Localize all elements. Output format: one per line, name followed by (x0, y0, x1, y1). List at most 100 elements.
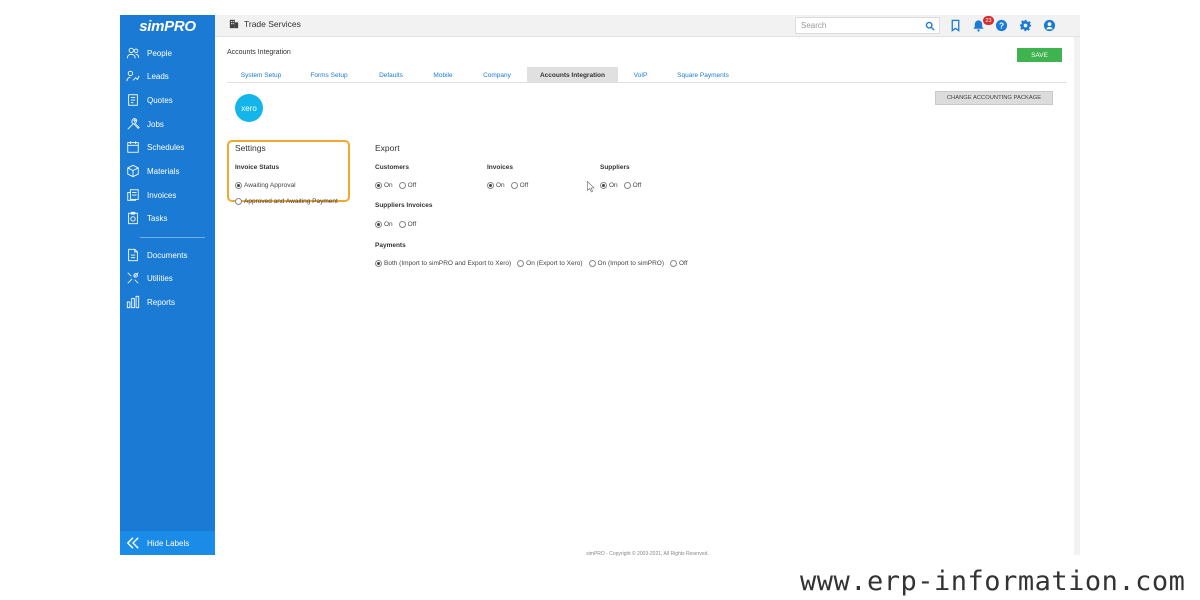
sidebar-item-label: Jobs (147, 119, 164, 129)
suppliers-on-option[interactable]: On (600, 182, 618, 189)
radio-button[interactable] (487, 182, 494, 189)
tab-defaults[interactable]: Defaults (363, 67, 419, 83)
search-icon[interactable] (925, 21, 935, 31)
payments-option-off[interactable]: Off (670, 260, 688, 267)
sidebar-item-label: Quotes (147, 95, 173, 105)
radio-label: Off (519, 182, 529, 189)
sidebar-item-label: Utilities (147, 273, 173, 283)
user-account-icon[interactable] (1043, 19, 1056, 32)
invoices-label: Invoices (487, 164, 514, 171)
radio-button[interactable] (398, 221, 406, 228)
document-icon (128, 248, 138, 262)
invoice-status-option-approved-awaiting-payment[interactable]: Approved and Awaiting Payment (235, 198, 338, 205)
invoices-off-option[interactable]: Off (510, 182, 529, 189)
sidebar-item-label: Materials (147, 166, 180, 176)
customers-on-option[interactable]: On (375, 182, 393, 189)
help-icon[interactable]: ? (995, 19, 1008, 32)
export-heading: Export (375, 143, 400, 153)
search-input[interactable] (801, 21, 921, 30)
suppliers-invoices-off-option[interactable]: Off (398, 221, 417, 228)
tasks-icon (128, 211, 138, 225)
customers-off-option[interactable]: Off (398, 182, 417, 189)
gear-icon[interactable] (1019, 19, 1032, 32)
tab-accounts-integration[interactable]: Accounts Integration (527, 67, 618, 83)
radio-button[interactable] (375, 260, 382, 267)
top-bar: Trade Services 23 ? (215, 15, 1080, 37)
sidebar-item-label: Tasks (147, 213, 168, 223)
svg-text:?: ? (999, 20, 1004, 30)
reports-icon (126, 295, 140, 309)
building-icon (229, 19, 239, 29)
sidebar-item-invoices[interactable]: Invoices (120, 185, 215, 205)
radio-label: On (384, 182, 393, 189)
footer-copyright: simPRO - Copyright © 2003-2021, All Righ… (586, 551, 709, 557)
sidebar-item-utilities[interactable]: Utilities (120, 268, 215, 288)
company-name: Trade Services (244, 19, 301, 29)
sidebar-item-quotes[interactable]: Quotes (120, 90, 215, 110)
tab-forms-setup[interactable]: Forms Setup (295, 67, 363, 83)
payments-option-import-to-simpro[interactable]: On (Import to simPRO) (588, 260, 664, 267)
tab-mobile[interactable]: Mobile (419, 67, 467, 83)
tab-square-payments[interactable]: Square Payments (663, 67, 743, 83)
radio-label: Both (Import to simPRO and Export to Xer… (384, 260, 512, 267)
radio-button[interactable] (670, 260, 677, 267)
payments-option-both[interactable]: Both (Import to simPRO and Export to Xer… (375, 260, 511, 267)
sidebar-item-label: Leads (147, 71, 169, 81)
radio-button[interactable] (375, 221, 382, 228)
radio-label: Off (679, 260, 688, 267)
suppliers-off-option[interactable]: Off (623, 182, 641, 189)
invoices-export-toggle: On Off (487, 182, 534, 189)
save-button[interactable]: SAVE (1017, 48, 1062, 62)
sidebar-item-schedules[interactable]: Schedules (120, 137, 215, 157)
sidebar-item-people[interactable]: People (120, 43, 215, 63)
radio-button[interactable] (600, 182, 607, 189)
radio-label: Approved and Awaiting Payment (244, 198, 338, 205)
radio-button[interactable] (375, 182, 382, 189)
change-accounting-package-button[interactable]: CHANGE ACCOUNTING PACKAGE (935, 91, 1053, 105)
radio-label: Off (407, 182, 417, 189)
invoice-status-option-awaiting-approval[interactable]: Awaiting Approval (235, 182, 296, 189)
vertical-scrollbar[interactable] (1074, 37, 1080, 555)
sidebar-item-jobs[interactable]: Jobs (120, 114, 215, 134)
radio-button[interactable] (398, 182, 406, 189)
sidebar-item-reports[interactable]: Reports (120, 292, 215, 312)
invoices-on-option[interactable]: On (487, 182, 505, 189)
sidebar-item-leads[interactable]: Leads (120, 66, 215, 86)
bookmark-icon[interactable] (949, 19, 962, 32)
radio-button[interactable] (510, 182, 518, 189)
payments-option-export-to-xero[interactable]: On (Export to Xero) (517, 260, 583, 267)
tab-voip[interactable]: VoIP (618, 67, 663, 83)
watermark-text: www.erp-information.com (800, 566, 1186, 597)
sidebar-item-documents[interactable]: Documents (120, 245, 215, 265)
suppliers-invoices-on-option[interactable]: On (375, 221, 393, 228)
radio-button[interactable] (517, 260, 525, 267)
page-title: Accounts Integration (227, 49, 291, 56)
double-chevron-left-icon (126, 537, 139, 549)
jobs-icon (127, 118, 140, 130)
suppliers-invoices-export-toggle: On Off (375, 221, 422, 228)
sidebar-item-materials[interactable]: Materials (120, 161, 215, 181)
radio-button[interactable] (623, 182, 631, 189)
hide-labels-label: Hide Labels (147, 538, 190, 548)
xero-logo: xero (235, 94, 263, 122)
radio-button[interactable] (588, 260, 596, 267)
company-selector[interactable]: Trade Services (229, 19, 301, 29)
quotes-icon (128, 94, 138, 106)
radio-label: On (609, 182, 618, 189)
radio-button[interactable] (235, 198, 242, 205)
search-box[interactable] (795, 17, 940, 34)
sidebar-item-label: People (147, 48, 172, 58)
sidebar-item-label: Reports (147, 297, 176, 307)
radio-button[interactable] (235, 182, 242, 189)
sidebar: simPRO People Leads Quotes Jobs Schedule… (120, 15, 215, 555)
payments-options: Both (Import to simPRO and Export to Xer… (375, 260, 694, 267)
simpro-logo[interactable]: simPRO (120, 15, 215, 37)
tools-icon (127, 272, 139, 284)
invoice-status-label: Invoice Status (235, 164, 280, 171)
tab-company[interactable]: Company (467, 67, 527, 83)
tab-system-setup[interactable]: System Setup (227, 67, 295, 83)
radio-label: Off (407, 221, 417, 228)
customers-export-toggle: On Off (375, 182, 422, 189)
sidebar-item-tasks[interactable]: Tasks (120, 208, 215, 228)
hide-labels-button[interactable]: Hide Labels (120, 531, 215, 555)
